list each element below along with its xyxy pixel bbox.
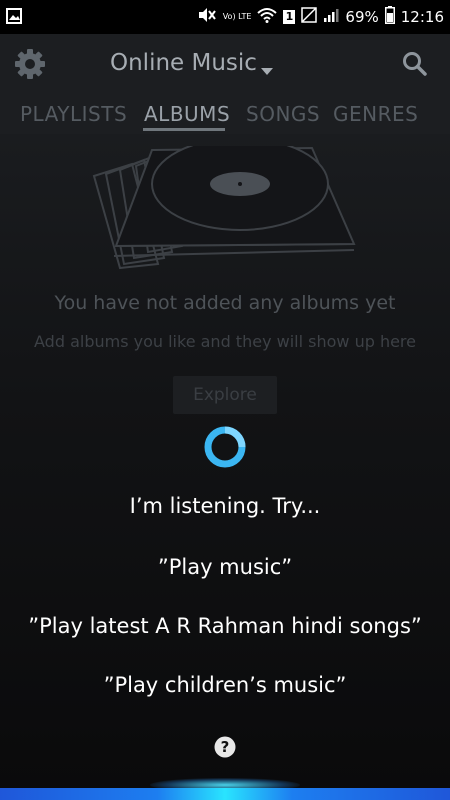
chevron-down-icon[interactable] bbox=[261, 61, 273, 80]
mute-icon bbox=[197, 7, 217, 27]
listening-prompt: I’m listening. Try... bbox=[129, 494, 321, 518]
tab-genres[interactable]: GENRES bbox=[333, 102, 418, 126]
tab-songs[interactable]: SONGS bbox=[246, 102, 320, 126]
suggestion-item: ”Play latest A R Rahman hindi songs” bbox=[28, 614, 422, 638]
sim-slot-icon: 1 bbox=[283, 10, 296, 24]
clock: 12:16 bbox=[400, 8, 444, 26]
voice-activity-bar bbox=[0, 788, 450, 800]
signal-icon bbox=[323, 7, 339, 27]
active-tab-indicator bbox=[143, 128, 225, 131]
explore-button[interactable]: Explore bbox=[173, 376, 277, 414]
status-bar: Vo) LTE 1 69% 12:16 bbox=[0, 0, 450, 34]
tab-playlists[interactable]: PLAYLISTS bbox=[20, 102, 127, 126]
svg-text:?: ? bbox=[221, 738, 230, 756]
no-signal-icon bbox=[301, 7, 318, 27]
empty-state-title: You have not added any albums yet bbox=[54, 292, 396, 314]
volte-icon: Vo) LTE bbox=[222, 12, 252, 21]
image-notification-icon bbox=[6, 8, 22, 28]
voice-assistant-ring-icon bbox=[203, 425, 247, 473]
battery-percent: 69% bbox=[345, 8, 379, 26]
wifi-icon bbox=[257, 7, 278, 27]
app-title-dropdown[interactable]: Online Music bbox=[110, 50, 257, 76]
suggestion-item: ”Play children’s music” bbox=[103, 673, 347, 697]
battery-icon bbox=[384, 6, 395, 28]
tab-bar: PLAYLISTS ALBUMS SONGS GENRES bbox=[0, 94, 450, 134]
gear-icon[interactable] bbox=[14, 48, 46, 84]
help-icon[interactable]: ? bbox=[214, 736, 236, 762]
album-stack-illustration bbox=[92, 137, 362, 275]
suggestion-item: ”Play music” bbox=[157, 555, 293, 579]
tab-albums[interactable]: ALBUMS bbox=[144, 102, 230, 126]
empty-state-subtitle: Add albums you like and they will show u… bbox=[34, 332, 416, 351]
search-icon[interactable] bbox=[402, 51, 428, 81]
app-bar: Online Music bbox=[0, 34, 450, 94]
